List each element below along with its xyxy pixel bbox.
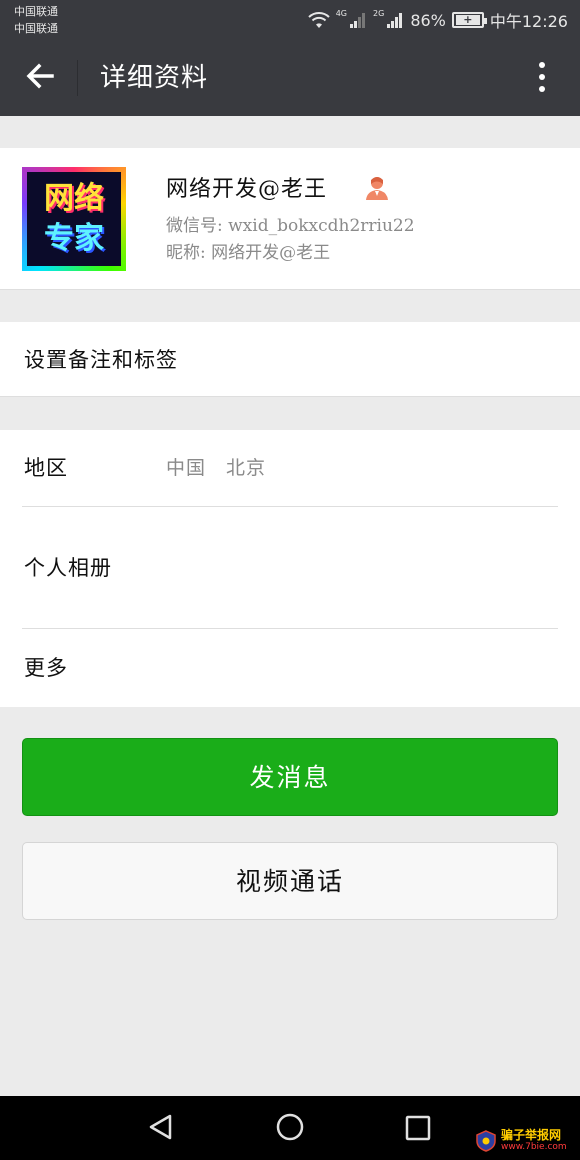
- personal-album-label: 个人相册: [24, 556, 112, 580]
- remark-tags-label: 设置备注和标签: [24, 348, 178, 372]
- carrier-label-1: 中国联通: [14, 5, 58, 18]
- region-value: 中国 北京: [166, 457, 267, 479]
- avatar-image: 网络 专家: [27, 172, 121, 266]
- watermark-logo: 骗子举报网 www.7bie.com: [474, 1127, 574, 1155]
- avatar-text-line-2: 专家: [44, 221, 104, 256]
- wechat-id: 微信号: wxid_bokxcdh2rriu22: [166, 216, 415, 236]
- shield-icon: [476, 1130, 496, 1152]
- more-label: 更多: [24, 656, 68, 680]
- battery-icon: +: [451, 12, 487, 28]
- signal-icon: [350, 13, 366, 28]
- back-button[interactable]: [22, 58, 58, 94]
- remark-tags-cell[interactable]: 设置备注和标签: [0, 322, 580, 397]
- personal-album-cell[interactable]: 个人相册: [0, 507, 580, 628]
- profile-card: 网络 专家 网络开发@老王 微信号: wxid_bokxcdh2rriu22 昵…: [0, 148, 580, 290]
- nickname: 昵称: 网络开发@老王: [166, 243, 331, 263]
- profile-name: 网络开发@老王: [166, 177, 328, 202]
- avatar-text-line-1: 网络: [44, 181, 104, 216]
- send-message-button[interactable]: 发消息: [22, 738, 558, 816]
- watermark-url: www.7bie.com: [501, 1142, 567, 1152]
- nav-recent-apps-icon[interactable]: [404, 1114, 432, 1142]
- carrier-info: 中国联通 中国联通: [14, 3, 58, 37]
- nav-back-icon[interactable]: [146, 1112, 176, 1142]
- video-call-button[interactable]: 视频通话: [22, 842, 558, 920]
- wifi-icon: [308, 12, 330, 28]
- page-title: 详细资料: [100, 63, 209, 93]
- info-list: 地区 中国 北京 个人相册 更多: [0, 430, 580, 707]
- region-label: 地区: [24, 456, 68, 480]
- watermark-text: 骗子举报网: [501, 1128, 562, 1142]
- clock: 中午12:26: [489, 12, 568, 31]
- more-vertical-icon: [539, 62, 545, 92]
- network-type-1: 4G: [335, 8, 348, 18]
- region-cell: 地区 中国 北京: [0, 430, 580, 506]
- signal-icon: [387, 13, 403, 28]
- app-header: 详细资料: [0, 40, 580, 116]
- header-divider: [77, 60, 78, 96]
- more-cell[interactable]: 更多: [0, 629, 580, 707]
- carrier-label-2: 中国联通: [14, 22, 58, 35]
- status-bar: 中国联通 中国联通 4G 2G 86% + 中午12:26: [0, 0, 580, 40]
- nav-home-icon[interactable]: [275, 1112, 305, 1142]
- avatar[interactable]: 网络 专家: [22, 167, 126, 271]
- more-options-button[interactable]: [534, 60, 550, 96]
- battery-percent: 86%: [410, 10, 446, 30]
- status-indicators: 4G 2G 86% + 中午12:26: [308, 8, 568, 32]
- female-gender-icon: [366, 177, 388, 200]
- network-type-2: 2G: [373, 8, 385, 18]
- arrow-left-icon: [26, 63, 54, 89]
